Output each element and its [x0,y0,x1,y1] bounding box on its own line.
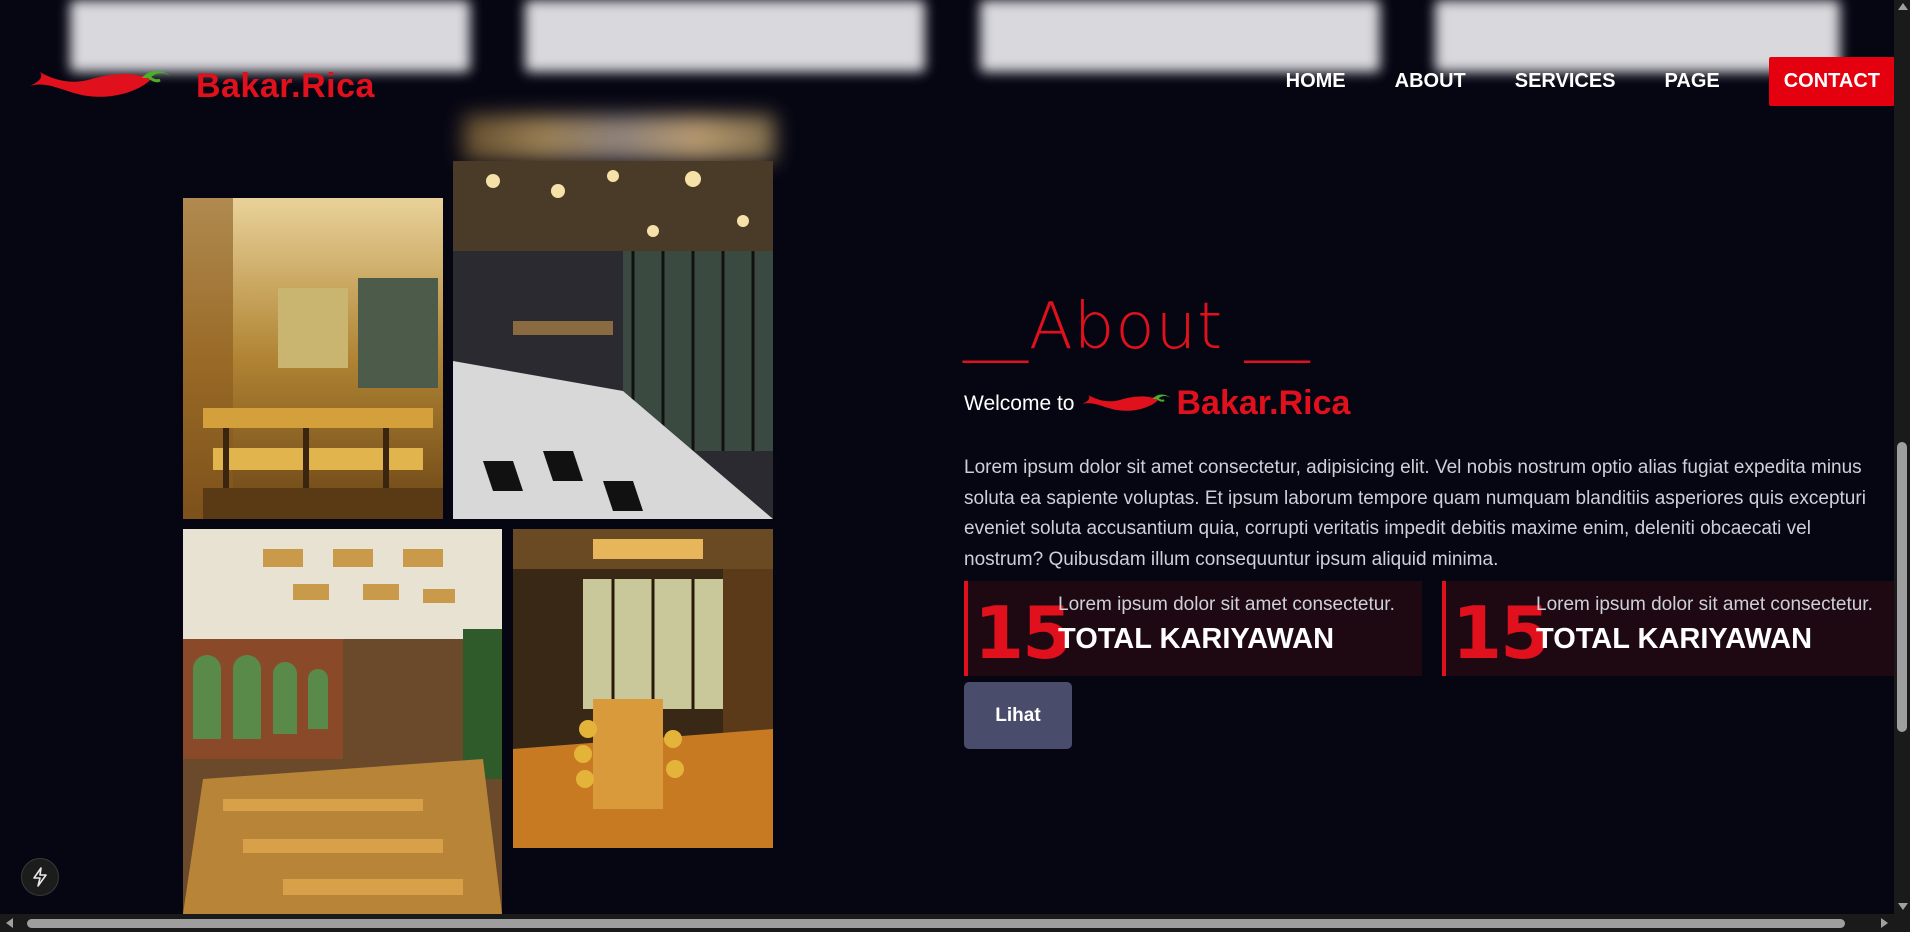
nav-item-page[interactable]: PAGE [1665,70,1720,93]
nav-item-services[interactable]: SERVICES [1515,70,1616,93]
chili-pepper-icon [30,70,170,97]
chili-pepper-icon [1081,393,1170,411]
brand-logo[interactable]: Bakar.Rica [28,66,375,106]
scrollbar-corner [1894,914,1910,932]
floating-action-button[interactable] [21,858,59,896]
scrollbar-thumb[interactable] [27,919,1845,928]
stat-description: Lorem ipsum dolor sit amet consectetur. [1536,594,1873,615]
stat-number: 15 [974,591,1072,675]
vertical-scrollbar[interactable] [1894,0,1910,914]
scroll-right-arrow-icon[interactable] [1881,918,1888,928]
stat-card: 15 Lorem ipsum dolor sit amet consectetu… [964,581,1422,676]
nav-item-about[interactable]: ABOUT [1395,70,1466,93]
stat-card: 15 Lorem ipsum dolor sit amet consectetu… [1442,581,1894,676]
stat-title: TOTAL KARIYAWAN [1536,623,1813,655]
horizontal-scrollbar[interactable] [0,914,1894,932]
nav-item-home[interactable]: HOME [1286,70,1346,93]
scrollbar-thumb[interactable] [1897,442,1907,732]
lihat-button[interactable]: Lihat [964,682,1072,749]
brand-name: Bakar.Rica [196,66,375,105]
welcome-line: Welcome to Bakar.Rica [964,384,1350,423]
stat-description: Lorem ipsum dolor sit amet consectetur. [1058,594,1395,615]
navbar: Bakar.Rica HOME ABOUT SERVICES PAGE CONT… [0,50,1895,116]
gallery-photo [513,529,773,848]
stat-title: TOTAL KARIYAWAN [1058,623,1335,655]
blurred-image-strip [463,115,775,161]
about-paragraph: Lorem ipsum dolor sit amet consectetur, … [964,457,1866,570]
welcome-label: Welcome to [964,391,1075,415]
gallery-photo [183,198,443,519]
scroll-left-arrow-icon[interactable] [6,918,13,928]
gallery-photo [183,529,502,914]
welcome-brand: Bakar.Rica [1176,384,1351,422]
scroll-up-arrow-icon[interactable] [1898,3,1908,10]
scroll-down-arrow-icon[interactable] [1898,903,1908,910]
nav-menu: HOME ABOUT SERVICES PAGE CONTACT [1237,57,1895,106]
about-title: __About __ [963,290,1311,364]
gallery-photo [453,161,773,519]
contact-button[interactable]: CONTACT [1768,57,1895,106]
stat-number: 15 [1452,591,1550,675]
bolt-icon [33,867,47,887]
